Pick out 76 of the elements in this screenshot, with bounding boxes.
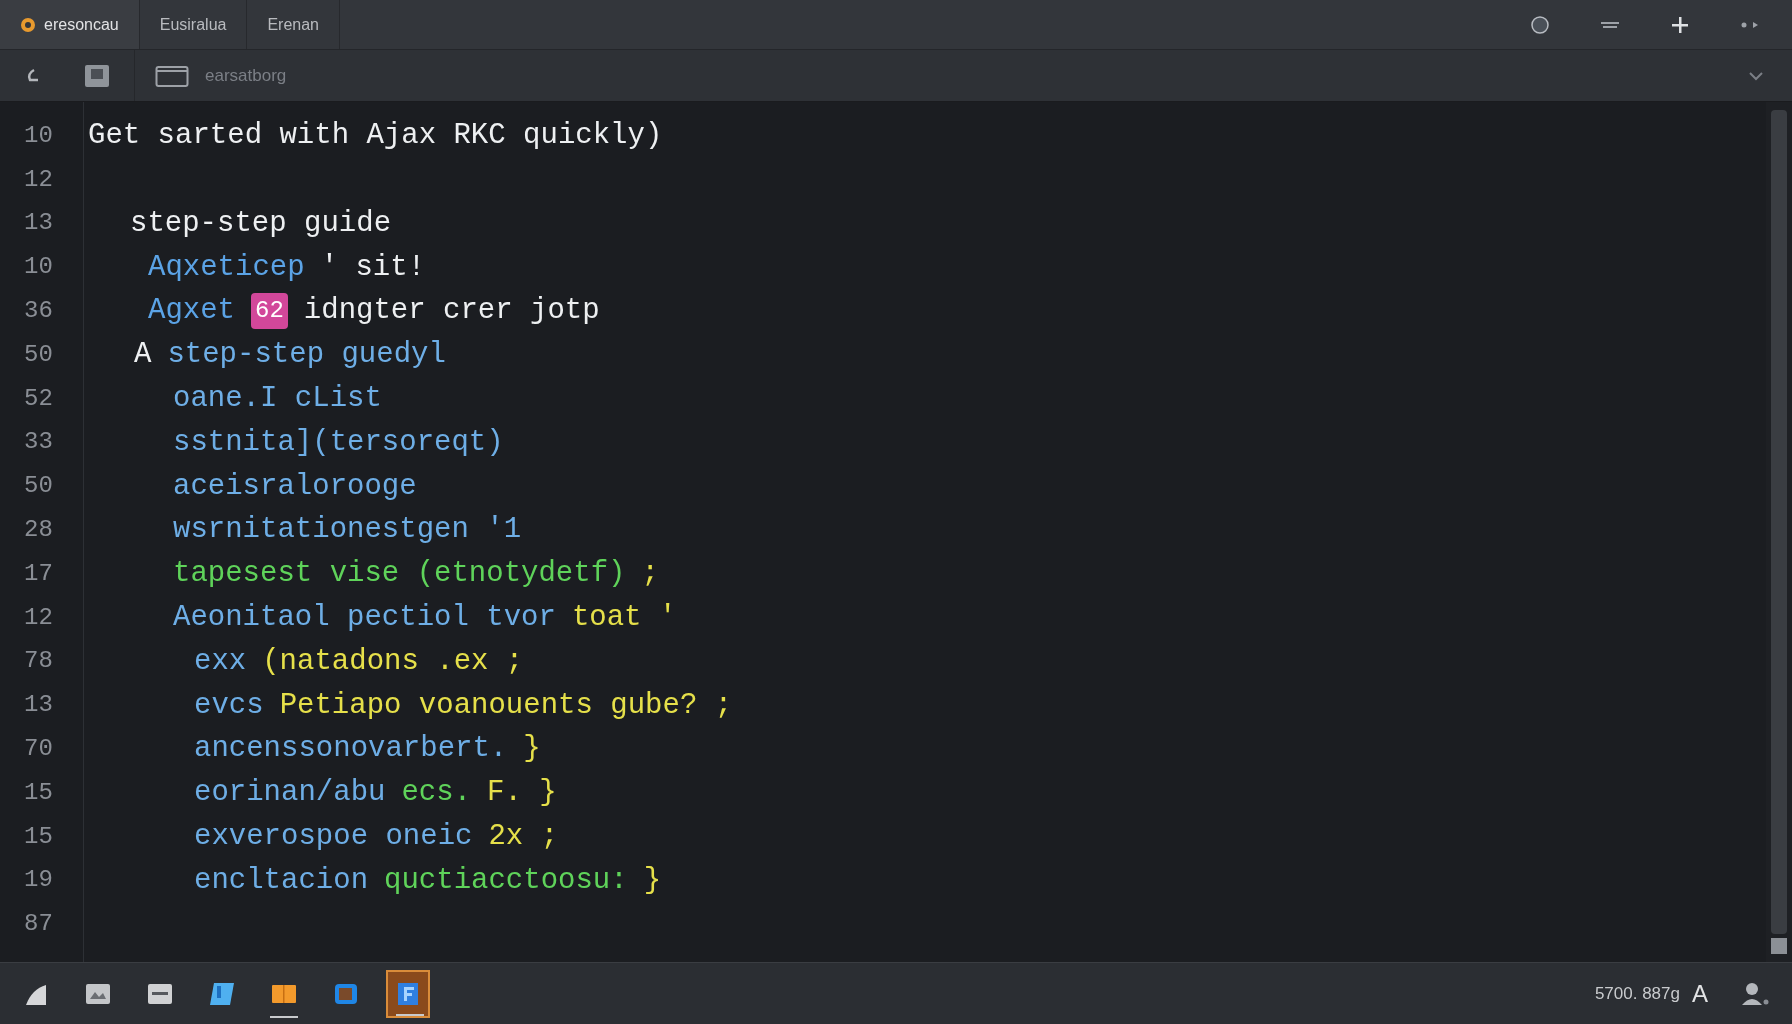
- line-number: 17: [24, 558, 53, 589]
- code-text: aceisralorooge: [173, 468, 417, 505]
- image-icon: [85, 982, 111, 1005]
- minimize-icon[interactable]: [1600, 20, 1620, 29]
- line-number: 36: [24, 296, 53, 327]
- code-text: quctiacctoosu:: [384, 862, 628, 899]
- code-text: ;: [641, 556, 659, 593]
- line-number: 10: [24, 120, 53, 151]
- plus-icon[interactable]: [1670, 14, 1690, 35]
- code-text: encltacion: [194, 862, 369, 899]
- code-text: evcs: [194, 687, 264, 724]
- line-number: 12: [24, 602, 53, 633]
- running-indicator: [396, 1013, 424, 1016]
- code-text: tapesest vise (etnotydetf): [173, 556, 626, 593]
- code-text: (natadons .ex ;: [262, 643, 524, 680]
- code-text: step-step guedyl: [167, 337, 446, 374]
- line-number: 33: [24, 427, 53, 458]
- code-text: idngter crer jotp: [303, 293, 600, 330]
- line-number: 13: [24, 208, 53, 239]
- taskbar-app[interactable]: [386, 969, 430, 1018]
- line-number: 13: [24, 690, 53, 721]
- folder-icon: [271, 983, 297, 1004]
- code-text: wsrnitationestgen '1: [173, 512, 522, 549]
- scrollbar[interactable]: [1771, 110, 1787, 934]
- line-number: 50: [24, 339, 53, 370]
- document-icon: [209, 981, 235, 1006]
- code-text: sstnita](tersoreqt): [173, 424, 504, 461]
- line-number: 87: [24, 909, 53, 940]
- code-text: Aeonitaol pectiol tvor: [173, 599, 556, 636]
- code-text: Agxet: [148, 293, 235, 330]
- code-text: ' sit!: [320, 249, 426, 286]
- input-indicator[interactable]: A: [1692, 975, 1708, 1012]
- line-number: 28: [24, 515, 53, 546]
- line-number: 10: [24, 252, 53, 283]
- tab[interactable]: Erenan: [247, 0, 340, 49]
- user-icon[interactable]: [1740, 980, 1770, 1007]
- code-text: Petiapo voanouents gube? ;: [279, 687, 733, 724]
- line-number: 15: [24, 777, 53, 808]
- line-number: 50: [24, 471, 53, 502]
- code-text: toat ': [571, 599, 677, 636]
- save-icon[interactable]: [84, 63, 110, 88]
- window-icon: [147, 982, 173, 1005]
- code-text: eorinan/abu: [194, 775, 386, 812]
- tab[interactable]: Eusiralua: [139, 0, 248, 49]
- code-text: }: [523, 731, 541, 768]
- code-text: F. }: [487, 775, 557, 812]
- code-text: Get sarted with Ajax RKC quickly): [88, 118, 663, 155]
- code-text: A: [134, 337, 152, 374]
- editor-icon: [395, 980, 421, 1007]
- code-text: }: [643, 862, 662, 899]
- code-text: step-step guide: [130, 205, 392, 242]
- line-number: 19: [24, 865, 53, 896]
- running-indicator: [270, 1015, 298, 1018]
- line-number: 52: [24, 383, 53, 414]
- file-path: earsatborg: [205, 64, 287, 87]
- folder-icon[interactable]: [155, 63, 189, 88]
- circle-icon[interactable]: [1530, 14, 1550, 35]
- square-icon: [333, 981, 359, 1006]
- circle-icon: [20, 16, 36, 33]
- code-text: ancenssonovarbert.: [194, 731, 508, 768]
- code-badge: 62: [251, 293, 288, 330]
- code-text: oane.I cList: [173, 380, 382, 417]
- line-number: 15: [24, 821, 53, 852]
- code-text: Aqxeticep: [148, 249, 305, 286]
- status-text: 5700. 887g: [1594, 982, 1680, 1005]
- line-number: 12: [24, 164, 53, 195]
- line-number: 78: [24, 646, 53, 677]
- code-text: ecs.: [401, 775, 472, 812]
- line-number: 70: [24, 734, 53, 765]
- tab[interactable]: eresoncau: [0, 0, 140, 49]
- chevron-icon[interactable]: [1748, 70, 1764, 81]
- code-text: 2x ;: [488, 818, 559, 855]
- code-text: exverospoe oneic: [194, 818, 473, 855]
- shape-icon: [24, 982, 48, 1005]
- more-icon[interactable]: [1740, 20, 1760, 29]
- code-text: exx: [194, 643, 247, 680]
